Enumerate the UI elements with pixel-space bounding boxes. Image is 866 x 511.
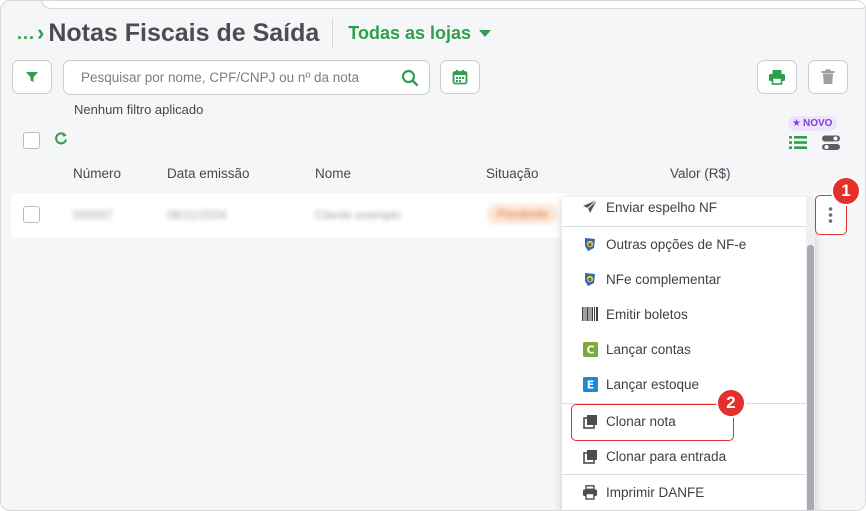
- date-filter-button[interactable]: [440, 60, 480, 94]
- calendar-icon: [452, 69, 468, 85]
- store-selector[interactable]: Todas as lojas: [348, 22, 492, 44]
- menu-item-label: Outras opções de NF-e: [606, 236, 747, 252]
- menu-item-label: Clonar para entrada: [606, 448, 727, 464]
- header-divider: [332, 18, 334, 48]
- svg-text:e: e: [588, 242, 592, 248]
- send-icon: [582, 199, 598, 215]
- column-header-valor[interactable]: Valor (R$): [670, 166, 731, 181]
- chevron-right-icon: ›: [37, 20, 45, 45]
- row-checkbox[interactable]: [23, 206, 40, 223]
- more-vertical-icon: [828, 207, 833, 223]
- search-box: [63, 60, 430, 95]
- row-data: 06/11/2024: [167, 208, 227, 222]
- list-view-icon[interactable]: [789, 135, 807, 150]
- filter-icon: [26, 72, 38, 82]
- top-panel-edge: [41, 1, 865, 9]
- menu-item-outras-opcoes-nfe[interactable]: e Outras opções de NF-e: [562, 229, 806, 259]
- column-header-nome[interactable]: Nome: [315, 166, 351, 181]
- caret-down-icon: [479, 29, 492, 37]
- menu-item-enviar-espelho[interactable]: Enviar espelho NF: [562, 197, 806, 222]
- contas-icon: C: [582, 341, 598, 357]
- menu-item-emitir-boletos[interactable]: Emitir boletos: [562, 299, 806, 329]
- column-header-situacao[interactable]: Situação: [486, 166, 539, 181]
- menu-item-label: Lançar estoque: [606, 376, 700, 392]
- menu-item-label: Lançar contas: [606, 341, 691, 357]
- print-button[interactable]: [757, 60, 797, 94]
- refresh-icon: [55, 132, 67, 145]
- menu-divider: [562, 226, 806, 227]
- new-feature-badge: ★ NOVO: [788, 116, 838, 131]
- store-selector-label: Todas as lojas: [348, 22, 472, 43]
- select-all-checkbox[interactable]: [23, 132, 40, 149]
- menu-item-lancar-estoque[interactable]: E Lançar estoque: [562, 369, 806, 399]
- clone-highlight: [571, 404, 734, 441]
- menu-item-lancar-contas[interactable]: C Lançar contas: [562, 334, 806, 364]
- print-icon: [582, 484, 598, 500]
- toggle-settings-icon[interactable]: [822, 135, 840, 151]
- menu-item-label: Enviar espelho NF: [606, 199, 718, 215]
- menu-scrollbar-thumb[interactable]: [807, 245, 814, 510]
- new-badge-label: NOVO: [802, 118, 833, 129]
- row-numero: 000007: [73, 208, 114, 222]
- filter-status: Nenhum filtro aplicado: [74, 102, 204, 117]
- callout-badge-2: 2: [716, 388, 746, 418]
- delete-button[interactable]: [808, 60, 848, 94]
- print-icon: [769, 70, 785, 85]
- menu-item-clonar-para-entrada[interactable]: Clonar para entrada: [562, 441, 806, 471]
- column-header-data-emissao[interactable]: Data emissão: [167, 166, 250, 181]
- barcode-icon: [582, 306, 598, 322]
- search-input[interactable]: [81, 70, 401, 85]
- nfe-icon: e: [582, 236, 598, 252]
- status-badge: Pendente: [487, 204, 559, 224]
- search-icon[interactable]: [401, 69, 419, 87]
- menu-item-nfe-complementar[interactable]: e NFe complementar: [562, 264, 806, 294]
- svg-text:e: e: [588, 277, 592, 283]
- page-title: Notas Fiscais de Saída: [48, 18, 320, 47]
- app-window: ... › Notas Fiscais de Saída Todas as lo…: [0, 0, 866, 511]
- svg-text:E: E: [586, 378, 594, 391]
- svg-text:C: C: [586, 343, 594, 356]
- row-actions-menu: Enviar espelho NF e Outras opções de NF-…: [562, 197, 815, 510]
- callout-badge-1: 1: [831, 176, 861, 206]
- page-header: ... › Notas Fiscais de Saída Todas as lo…: [17, 15, 492, 51]
- clone-icon: [582, 448, 598, 464]
- menu-divider: [562, 474, 806, 475]
- trash-icon: [821, 69, 835, 84]
- nfe-icon: e: [582, 271, 598, 287]
- estoque-icon: E: [582, 376, 598, 392]
- filter-button[interactable]: [12, 60, 52, 94]
- refresh-button[interactable]: [54, 131, 68, 150]
- star-icon: ★: [792, 118, 801, 129]
- menu-item-label: Imprimir DANFE: [606, 484, 705, 500]
- breadcrumb[interactable]: ...: [17, 23, 35, 44]
- column-header-numero[interactable]: Número: [73, 166, 121, 181]
- row-nome: Cliente exemplo: [315, 208, 402, 222]
- menu-item-label: NFe complementar: [606, 271, 721, 287]
- menu-item-imprimir-danfe[interactable]: Imprimir DANFE: [562, 477, 806, 507]
- menu-scrollbar-track[interactable]: [806, 197, 815, 510]
- menu-item-label: Emitir boletos: [606, 306, 688, 322]
